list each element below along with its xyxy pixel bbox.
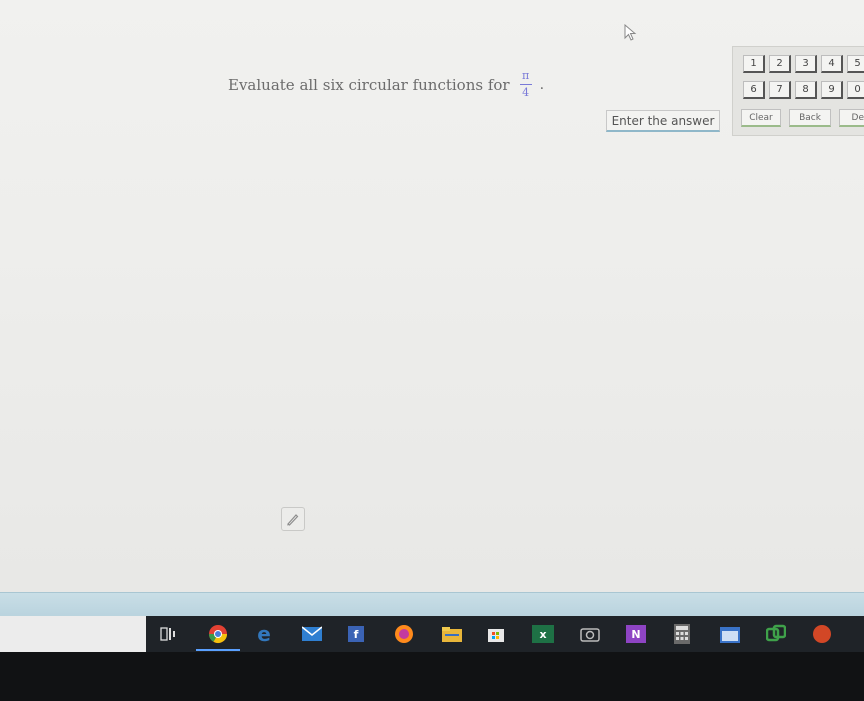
windows-taskbar: e f x N — [146, 616, 864, 652]
key-6[interactable]: 6 — [743, 81, 765, 99]
question-prompt: Evaluate all six circular functions for … — [228, 70, 544, 99]
fraction-numerator: π — [521, 69, 530, 82]
question-text: Evaluate all six circular functions for — [228, 75, 510, 94]
task-view-icon[interactable] — [158, 624, 178, 644]
pen-icon — [287, 514, 299, 526]
active-app-indicator — [196, 649, 240, 651]
fraction-denominator: 4 — [522, 86, 530, 99]
file-explorer-icon[interactable] — [442, 624, 462, 644]
pi-over-four-fraction: π 4 — [519, 69, 532, 99]
monitor-bezel — [0, 652, 864, 701]
chrome-icon[interactable] — [208, 624, 228, 644]
firefox-icon[interactable] — [394, 624, 414, 644]
powerpoint-icon[interactable] — [812, 624, 832, 644]
key-9[interactable]: 9 — [821, 81, 843, 99]
key-1[interactable]: 1 — [743, 55, 765, 73]
enter-answer-button[interactable]: Enter the answer — [606, 110, 720, 132]
facebook-icon[interactable]: f — [348, 626, 364, 642]
key-4[interactable]: 4 — [821, 55, 843, 73]
mail-icon[interactable] — [302, 624, 322, 644]
question-period: . — [539, 76, 545, 93]
key-3[interactable]: 3 — [795, 55, 817, 73]
key-8[interactable]: 8 — [795, 81, 817, 99]
onenote-icon[interactable]: N — [626, 625, 646, 643]
clear-key[interactable]: Clear — [741, 109, 781, 127]
math-keypad: 1 2 3 4 5 6 7 8 9 0 Clear Back Del — [732, 46, 864, 136]
key-0[interactable]: 0 — [847, 81, 864, 99]
key-5[interactable]: 5 — [847, 55, 864, 73]
calendar-icon[interactable] — [720, 624, 740, 644]
camera-icon[interactable] — [580, 624, 600, 644]
store-icon[interactable] — [486, 624, 506, 644]
key-2[interactable]: 2 — [769, 55, 791, 73]
drawing-tool-button[interactable] — [281, 507, 305, 531]
mouse-cursor-icon — [624, 24, 637, 41]
key-7[interactable]: 7 — [769, 81, 791, 99]
calculator-icon[interactable] — [672, 624, 692, 644]
back-key[interactable]: Back — [789, 109, 831, 127]
window-bottom-strip — [0, 592, 864, 617]
taskbar-search-area[interactable] — [0, 616, 146, 652]
fraction-bar — [519, 84, 532, 85]
assignment-page: Evaluate all six circular functions for … — [0, 0, 864, 592]
edge-icon[interactable]: e — [254, 622, 274, 646]
excel-icon[interactable]: x — [532, 625, 554, 643]
link-app-icon[interactable] — [766, 624, 786, 644]
delete-key[interactable]: Del — [839, 109, 864, 127]
